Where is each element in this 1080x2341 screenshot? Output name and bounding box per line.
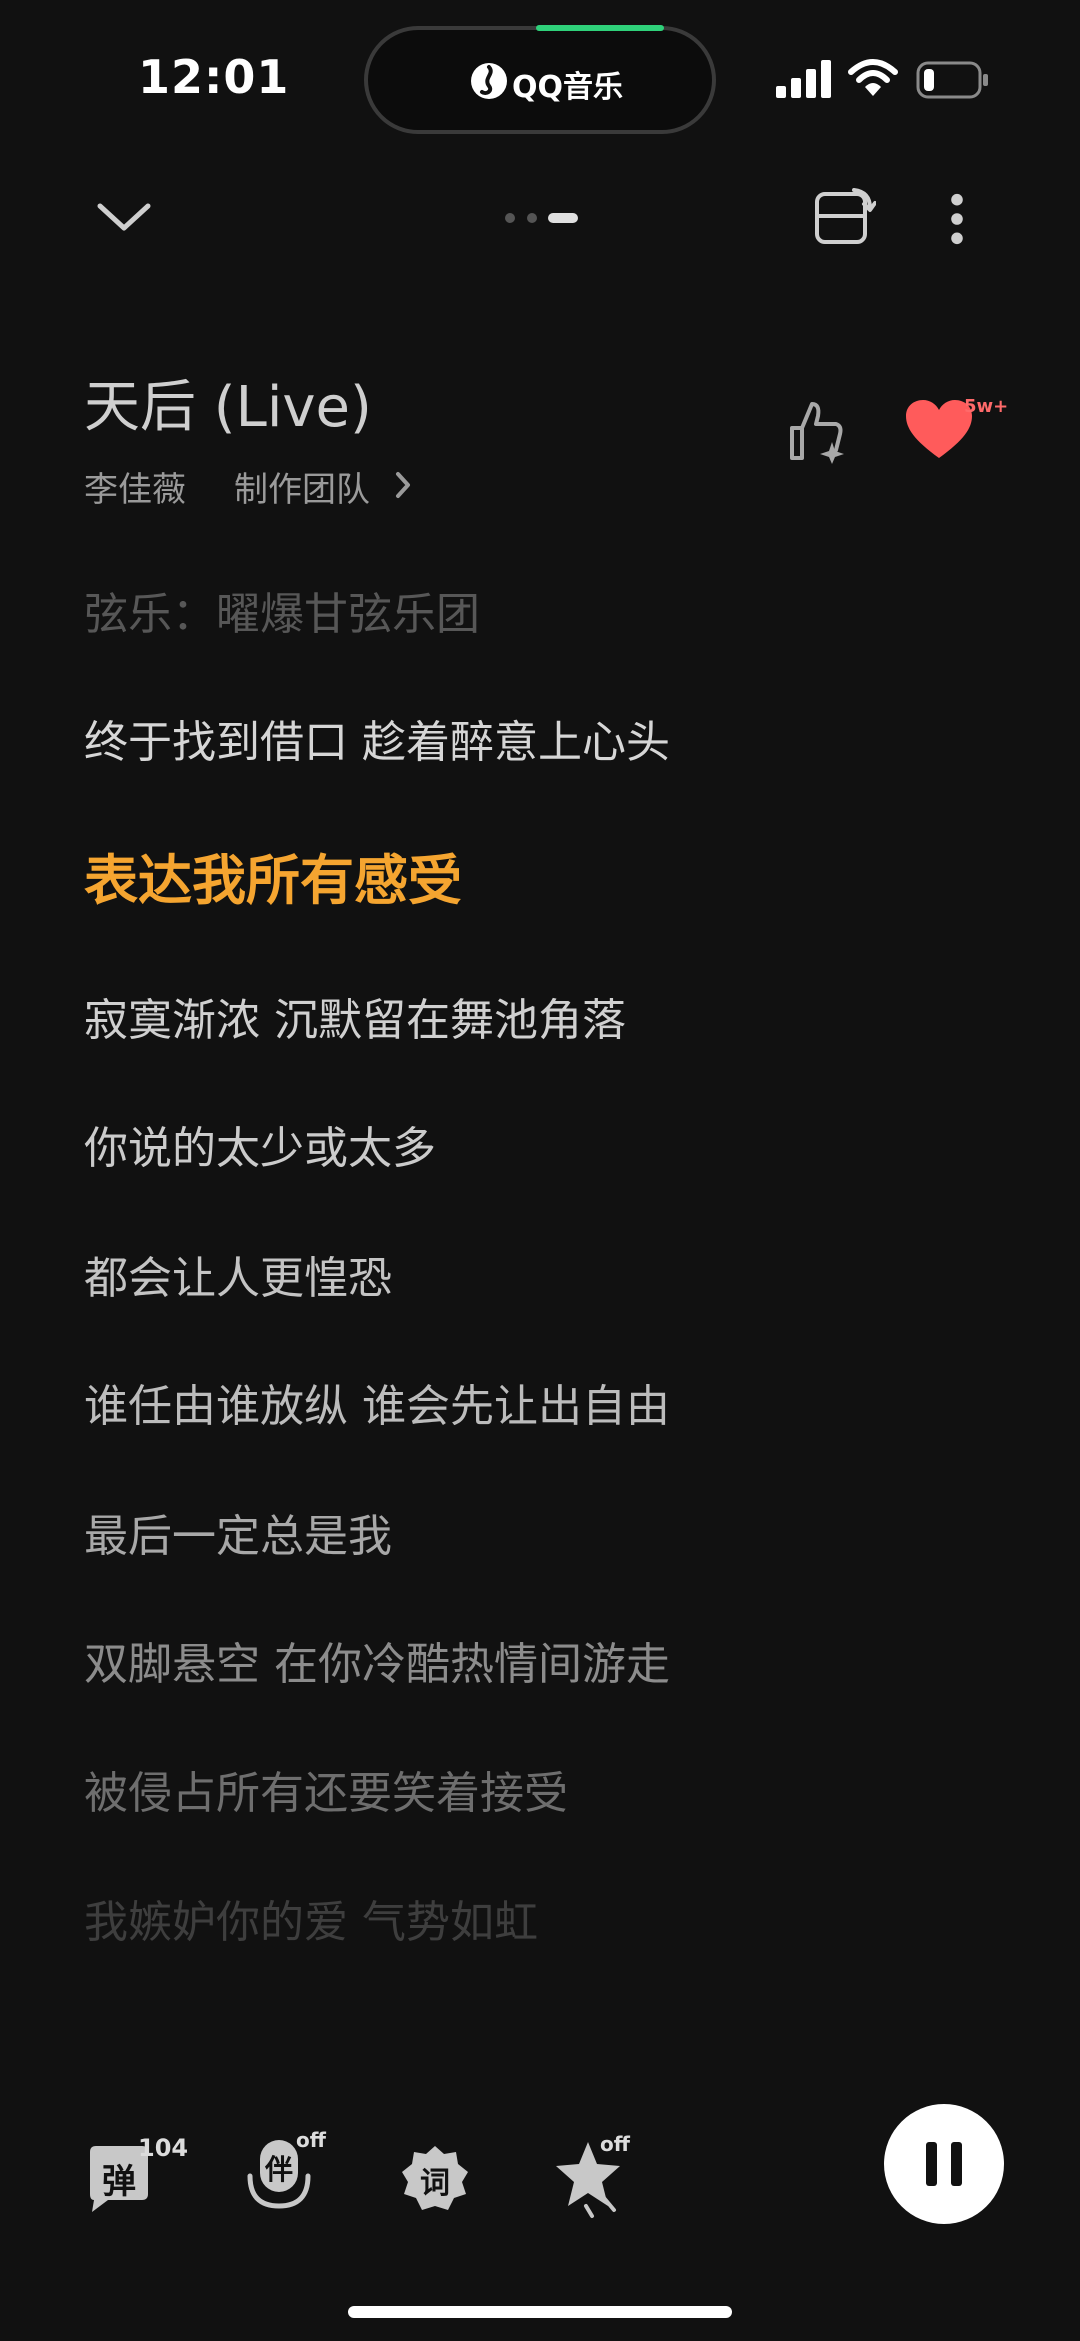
island-progress-bar: [536, 25, 664, 31]
rotate-screen-icon[interactable]: [812, 186, 876, 250]
lyric-line[interactable]: 双脚悬空 在你冷酷热情间游走: [84, 1628, 670, 1692]
lyric-line[interactable]: 弦乐：曜爆甘弦乐团: [84, 578, 480, 642]
lyric-line[interactable]: 你说的太少或太多: [84, 1112, 436, 1176]
like-count-badge: 5w+: [964, 396, 1009, 417]
artist-name[interactable]: 李佳薇: [84, 462, 186, 511]
accompany-label: 伴: [264, 2153, 293, 2186]
accompany-state: off: [296, 2128, 326, 2152]
wifi-icon: [848, 59, 898, 96]
more-vertical-icon[interactable]: [942, 192, 972, 246]
lyrics-style-button[interactable]: 词: [400, 2144, 470, 2214]
signal-icon: [776, 60, 831, 98]
lyric-line[interactable]: 最后一定总是我: [84, 1500, 392, 1564]
battery-icon: [916, 61, 988, 99]
lyric-line[interactable]: 都会让人更惶恐: [84, 1242, 392, 1306]
lyric-line[interactable]: 寂寞渐浓 沉默留在舞池角落: [84, 984, 626, 1048]
lyric-line[interactable]: 谁任由谁放纵 谁会先让出自由: [84, 1370, 670, 1434]
pause-icon: [926, 2142, 962, 2186]
lyric-line[interactable]: 被侵占所有还要笑着接受: [84, 1757, 568, 1821]
song-title: 天后 (Live): [84, 375, 372, 440]
status-time: 12:01: [138, 50, 290, 104]
page-dots-icon: [505, 213, 578, 223]
lyrics-style-label: 词: [420, 2166, 450, 2201]
chevron-right-icon[interactable]: [394, 470, 412, 500]
danmaku-count: 104: [138, 2134, 189, 2162]
thumb-up-sparkle-icon[interactable]: [784, 398, 850, 464]
qq-music-logo-icon: [471, 63, 507, 99]
effects-state: off: [600, 2132, 630, 2156]
home-indicator[interactable]: [348, 2306, 732, 2318]
lyric-line[interactable]: 终于找到借口 趁着醉意上心头: [84, 706, 670, 770]
lyric-line[interactable]: 我嫉妒你的爱 气势如虹: [84, 1886, 538, 1950]
collapse-chevron-down-icon[interactable]: [94, 192, 154, 242]
danmaku-label: 弹: [102, 2162, 136, 2202]
island-app-label: QQ音乐: [512, 70, 624, 105]
pause-button[interactable]: [884, 2104, 1004, 2224]
lyric-line-current[interactable]: 表达我所有感受: [84, 836, 462, 915]
production-team-link[interactable]: 制作团队: [234, 462, 370, 511]
